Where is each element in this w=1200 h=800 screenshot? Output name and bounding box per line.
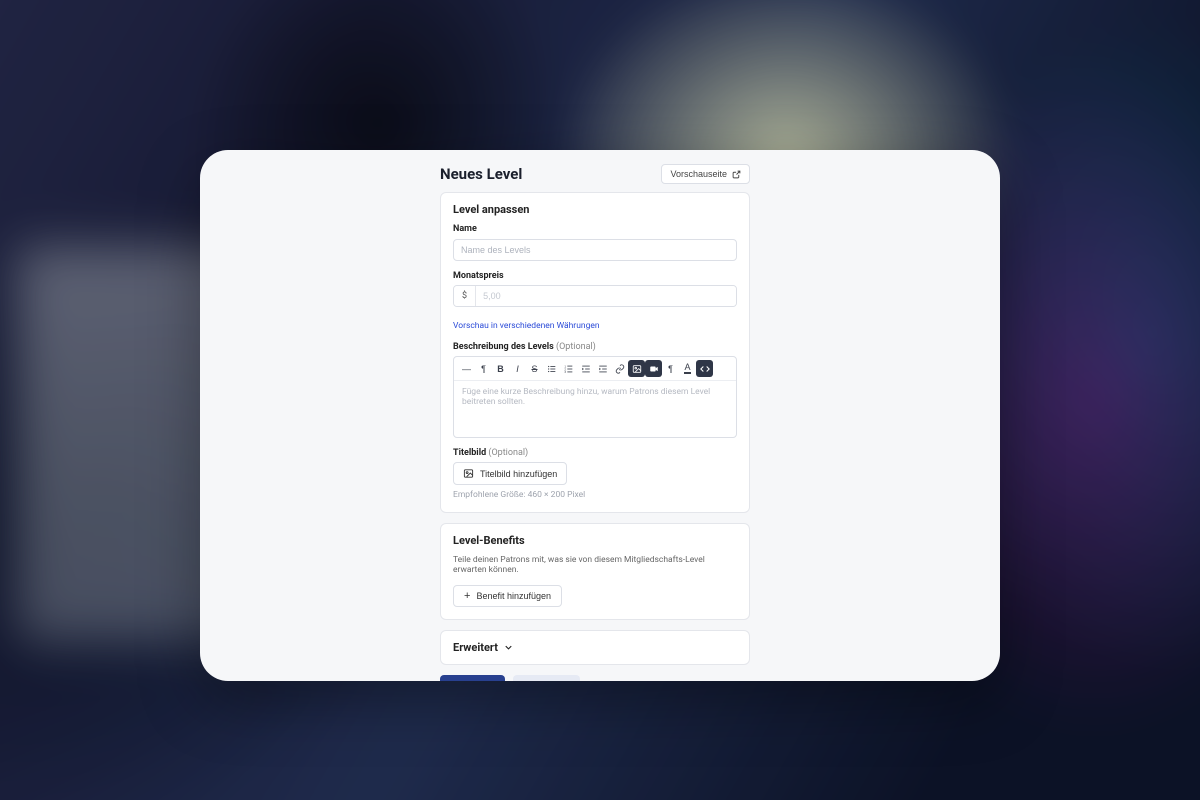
italic-icon[interactable]: I (509, 360, 526, 377)
list-ol-icon[interactable]: 123 (560, 360, 577, 377)
add-benefit-button[interactable]: + Benefit hinzufügen (453, 585, 562, 607)
outdent-icon[interactable] (577, 360, 594, 377)
save-button[interactable]: Speichern (440, 675, 505, 681)
name-label: Name (453, 224, 737, 234)
description-textarea[interactable] (454, 381, 736, 433)
link-icon[interactable] (611, 360, 628, 377)
video-icon[interactable] (645, 360, 662, 377)
currency-symbol: $ (454, 286, 476, 306)
price-label: Monatspreis (453, 271, 737, 281)
indent-icon[interactable] (594, 360, 611, 377)
title-image-label: Titelbild (Optional) (453, 448, 737, 458)
editor-toolbar: — ¶ B I S 123 ¶ A (454, 357, 736, 381)
price-input[interactable] (476, 286, 736, 306)
name-field: Name (453, 224, 737, 261)
name-input[interactable] (453, 239, 737, 261)
picture-icon (463, 468, 474, 479)
action-bar: Speichern Abbrechen (440, 675, 750, 681)
title-image-hint: Empfohlene Größe: 460 × 200 Pixel (453, 490, 737, 500)
quote-icon[interactable]: ¶ (662, 360, 679, 377)
customize-title: Level anpassen (453, 203, 737, 216)
currency-preview-link[interactable]: Vorschau in verschiedenen Währungen (453, 321, 600, 331)
benefits-card: Level-Benefits Teile deinen Patrons mit,… (440, 523, 750, 620)
plus-icon: + (464, 593, 470, 600)
description-label: Beschreibung des Levels (Optional) (453, 342, 737, 352)
svg-text:3: 3 (564, 370, 566, 374)
benefits-subtext: Teile deinen Patrons mit, was sie von di… (453, 555, 737, 575)
advanced-toggle[interactable]: Erweitert (453, 641, 737, 654)
preview-page-button[interactable]: Vorschauseite (661, 164, 750, 184)
cancel-button[interactable]: Abbrechen (513, 675, 581, 681)
page-header: Neues Level Vorschauseite (440, 164, 750, 184)
preview-page-label: Vorschauseite (670, 169, 727, 179)
minus-icon[interactable]: — (458, 360, 475, 377)
title-image-field: Titelbild (Optional) Titelbild hinzufüge… (453, 448, 737, 500)
list-ul-icon[interactable] (543, 360, 560, 377)
advanced-card: Erweitert (440, 630, 750, 665)
image-icon[interactable] (628, 360, 645, 377)
color-icon[interactable]: A (679, 360, 696, 377)
benefits-title: Level-Benefits (453, 534, 737, 547)
description-field: Beschreibung des Levels (Optional) — ¶ B… (453, 342, 737, 438)
chevron-down-icon (503, 642, 514, 653)
app-window: Neues Level Vorschauseite Level anpassen… (200, 150, 1000, 681)
bold-icon[interactable]: B (492, 360, 509, 377)
code-icon[interactable] (696, 360, 713, 377)
rich-text-editor: — ¶ B I S 123 ¶ A (453, 356, 737, 438)
strike-icon[interactable]: S (526, 360, 543, 377)
price-field: Monatspreis $ (453, 271, 737, 307)
external-link-icon (732, 170, 741, 179)
page-title: Neues Level (440, 165, 522, 183)
add-title-image-button[interactable]: Titelbild hinzufügen (453, 462, 567, 485)
advanced-label: Erweitert (453, 641, 498, 654)
price-input-wrap: $ (453, 285, 737, 307)
paragraph-icon[interactable]: ¶ (475, 360, 492, 377)
customize-card: Level anpassen Name Monatspreis $ Vorsch… (440, 192, 750, 513)
